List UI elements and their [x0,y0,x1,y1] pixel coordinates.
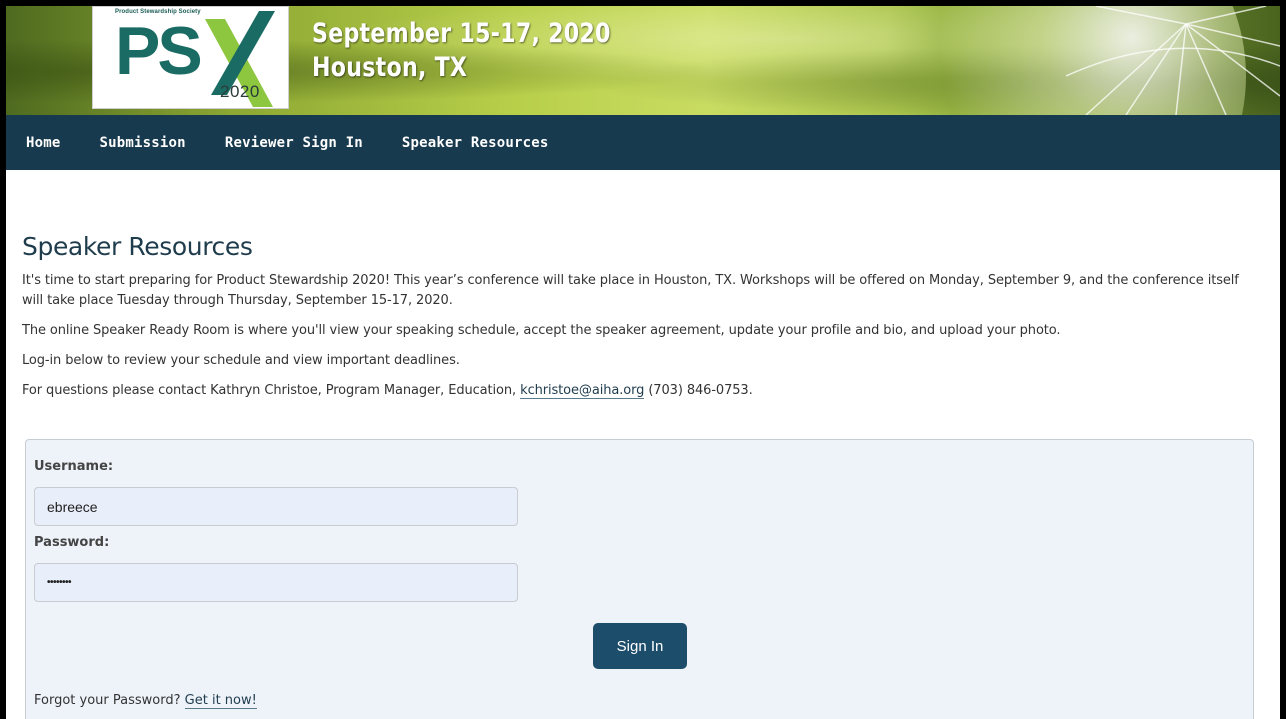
forgot-password-row: Forgot your Password? Get it now! [34,693,257,709]
globe-lines-graphic [1066,6,1280,115]
intro-text: It's time to start preparing for Product… [22,273,1239,308]
ready-room-text: The online Speaker Ready Room is where y… [22,323,1061,338]
login-panel: Username: ebreece Password: •••••••• Sig… [25,439,1254,719]
contact-prefix: For questions please contact Kathryn Chr… [22,383,517,398]
main-nav: Home Submission Reviewer Sign In Speaker… [6,115,1280,170]
event-city: Houston, TX [312,52,468,83]
contact-email-link[interactable]: kchristoe@aiha.org [520,383,644,399]
logo-year: 2020 [220,82,260,101]
password-input[interactable]: •••••••• [34,563,518,602]
logo-ps-text: PS [115,13,203,89]
psx-logo[interactable]: Product Stewardship Society PS 2020 [92,6,289,109]
forgot-password-text: Forgot your Password? [34,693,181,708]
get-it-now-link[interactable]: Get it now! [184,693,257,709]
sign-in-button[interactable]: Sign In [593,623,687,669]
contact-phone: (703) 846-0753. [648,383,753,398]
contact-text: For questions please contact Kathryn Chr… [22,381,1262,401]
username-label: Username: [34,459,114,474]
nav-item-speaker-resources[interactable]: Speaker Resources [402,135,549,151]
header-banner: Product Stewardship Society PS 2020 Sept… [6,6,1280,115]
browser-page: Product Stewardship Society PS 2020 Sept… [6,6,1280,719]
login-hint-text: Log-in below to review your schedule and… [22,353,460,368]
username-input[interactable]: ebreece [34,487,518,526]
password-label: Password: [34,535,110,550]
main-content: Speaker Resources It's time to start pre… [22,232,1262,411]
nav-item-submission[interactable]: Submission [100,135,186,151]
nav-item-reviewer-sign-in[interactable]: Reviewer Sign In [225,135,363,151]
page-title: Speaker Resources [22,232,253,261]
event-date: September 15-17, 2020 [312,18,611,49]
nav-item-home[interactable]: Home [26,135,61,151]
